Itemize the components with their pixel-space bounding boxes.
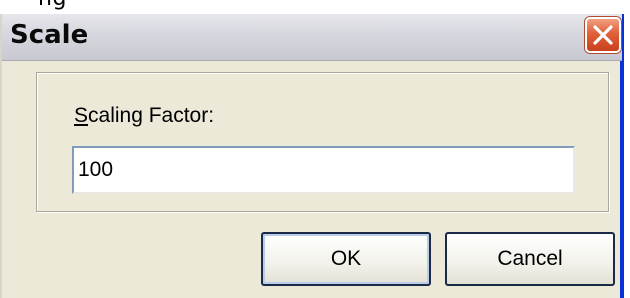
scaling-factor-label-text: caling Factor:: [88, 104, 215, 127]
scaling-factor-label: Scaling Factor:: [74, 104, 214, 128]
cancel-button[interactable]: Cancel: [445, 232, 615, 286]
title-bar[interactable]: Scale: [2, 14, 622, 61]
close-button[interactable]: [585, 17, 621, 53]
background-caption-text: ng: [38, 0, 67, 11]
scaling-factor-input[interactable]: [72, 146, 575, 194]
close-icon: [593, 25, 613, 45]
scaling-factor-mnemonic: S: [74, 104, 89, 127]
background-caption-fragment: ng: [0, 0, 630, 14]
dialog-title: Scale: [10, 20, 89, 50]
ok-button[interactable]: OK: [261, 232, 431, 286]
